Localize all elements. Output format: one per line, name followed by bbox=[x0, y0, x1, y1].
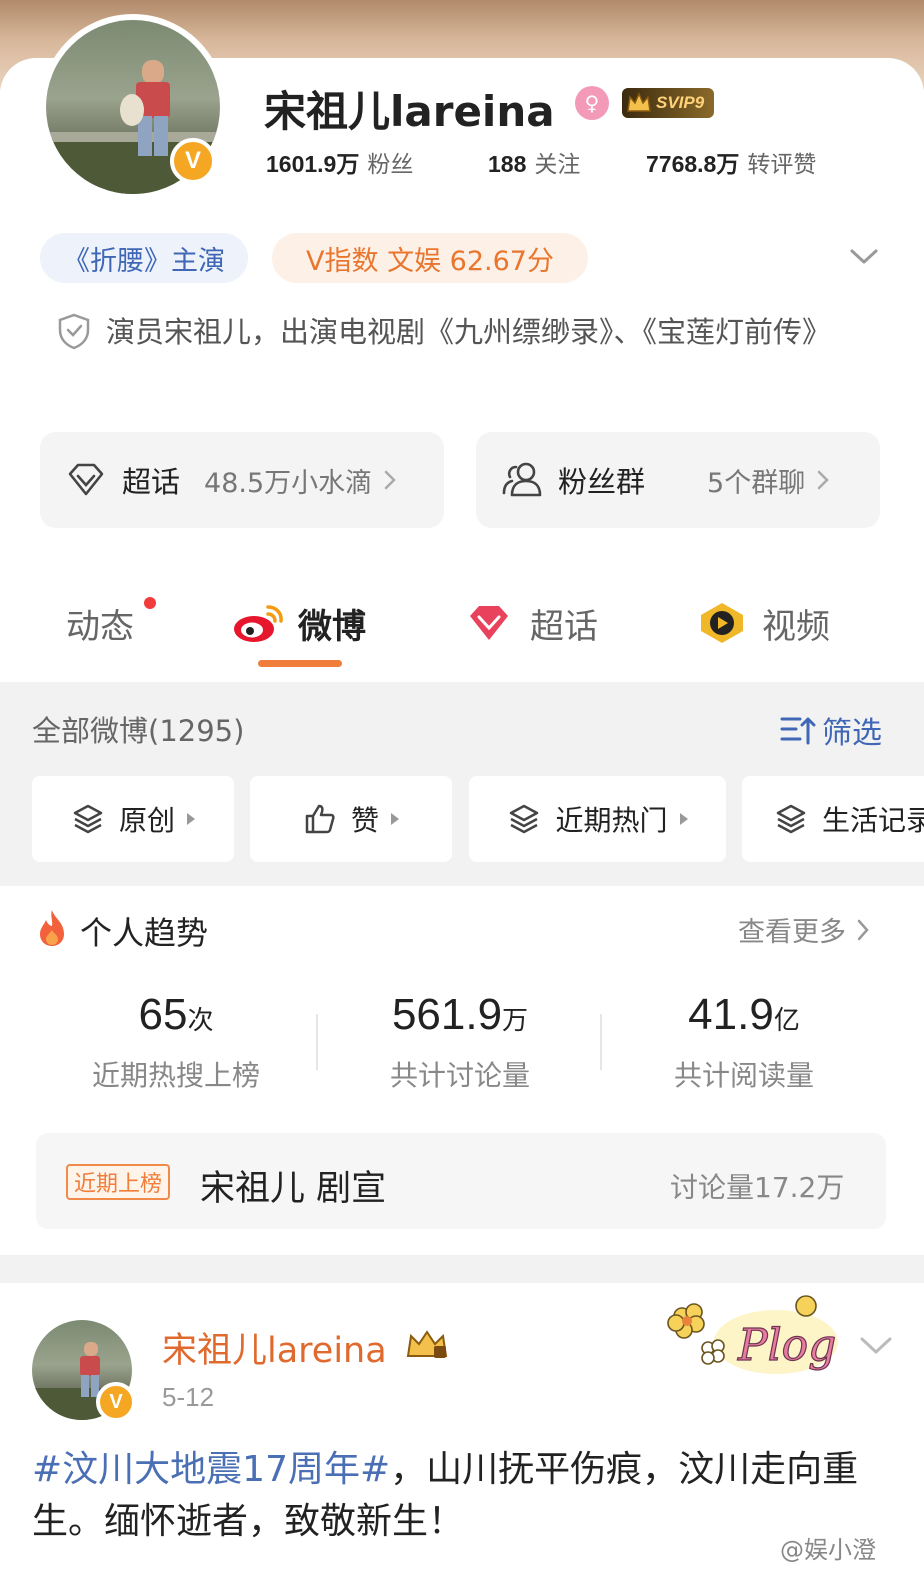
sort-filter-icon bbox=[780, 717, 816, 745]
layers-icon bbox=[510, 804, 539, 834]
metric-hot-search-value: 65 bbox=[138, 990, 188, 1039]
following-count: 188 bbox=[488, 151, 527, 177]
followers-stat[interactable]: 1601.9万 粉丝 bbox=[266, 145, 413, 179]
chevron-right-icon bbox=[857, 919, 869, 940]
shield-icon bbox=[58, 313, 90, 350]
metric-discussion-caption: 共计讨论量 bbox=[389, 1059, 530, 1092]
metric-reads: 41.9亿 共计阅读量 bbox=[628, 990, 860, 1094]
chip-life-record-label: 生活记录 bbox=[822, 804, 924, 837]
caret-right-icon bbox=[187, 813, 195, 825]
caret-right-icon bbox=[391, 813, 399, 825]
recent-trending-badge: 近期上榜 bbox=[66, 1164, 171, 1200]
post-author-name[interactable]: 宋祖儿lareina bbox=[162, 1322, 387, 1373]
watermark: @娱小澄 bbox=[780, 1536, 876, 1564]
chevron-down-icon[interactable] bbox=[858, 1330, 894, 1360]
fangroup-label: 粉丝群 bbox=[558, 465, 646, 499]
caret-right-icon bbox=[679, 813, 688, 825]
supertopic-diamond-icon bbox=[470, 606, 508, 640]
video-play-icon bbox=[701, 603, 743, 643]
tab-weibo[interactable]: 微博 bbox=[232, 592, 366, 654]
post-date: 5-12 bbox=[162, 1382, 215, 1412]
crown-icon bbox=[627, 92, 651, 112]
chip-recent-hot[interactable]: 近期热门 bbox=[469, 776, 726, 862]
tab-supertopic-label: 超话 bbox=[530, 606, 598, 647]
post-hashtag[interactable]: #汶川大地震17周年# bbox=[32, 1449, 390, 1490]
tab-dynamics-label: 动态 bbox=[66, 606, 134, 647]
metric-discussion-value: 561.9 bbox=[391, 990, 503, 1039]
female-gender-icon: ♀ bbox=[575, 86, 609, 120]
svip-badge[interactable]: SVIP9 bbox=[622, 88, 715, 118]
metric-reads-unit: 亿 bbox=[773, 1006, 800, 1036]
flame-icon bbox=[40, 910, 64, 946]
divider bbox=[600, 1014, 602, 1070]
chip-liked-label: 赞 bbox=[350, 804, 379, 837]
verified-badge-icon: V bbox=[96, 1382, 136, 1422]
following-label: 关注 bbox=[534, 152, 581, 178]
metric-reads-value: 41.9 bbox=[688, 990, 774, 1039]
followers-label: 粉丝 bbox=[367, 152, 414, 178]
chip-liked[interactable]: 赞 bbox=[250, 776, 452, 862]
profile-avatar[interactable]: V bbox=[40, 14, 226, 200]
chevron-down-icon[interactable] bbox=[848, 240, 880, 272]
tab-video-label: 视频 bbox=[762, 606, 830, 647]
active-tab-indicator bbox=[258, 660, 342, 667]
filter-label: 筛选 bbox=[822, 716, 882, 751]
view-more-label: 查看更多 bbox=[738, 917, 846, 948]
supertopic-label: 超话 bbox=[122, 465, 181, 499]
supertopic-value: 48.5万小水滴 bbox=[204, 467, 373, 499]
followers-count: 1601.9万 bbox=[266, 151, 360, 177]
metric-hot-search-unit: 次 bbox=[187, 1006, 214, 1036]
layers-icon bbox=[73, 804, 103, 834]
metric-discussion: 561.9万 共计讨论量 bbox=[344, 990, 576, 1094]
supertopic-card[interactable]: 超话 48.5万小水滴 bbox=[40, 432, 444, 528]
thumbs-up-icon bbox=[305, 804, 335, 834]
notification-dot bbox=[144, 597, 156, 609]
tab-video[interactable]: 视频 bbox=[696, 592, 830, 654]
metric-hot-search-caption: 近期热搜上榜 bbox=[91, 1059, 260, 1092]
filter-button[interactable]: 筛选 bbox=[780, 708, 882, 752]
weibo-logo-icon bbox=[234, 605, 283, 642]
all-weibo-count[interactable]: 全部微博(1295) bbox=[32, 708, 244, 750]
tab-weibo-label: 微博 bbox=[298, 606, 366, 647]
tab-dynamics[interactable]: 动态 bbox=[66, 592, 134, 654]
chip-original-label: 原创 bbox=[118, 804, 175, 837]
post-content: #汶川大地震17周年#，山川抚平伤痕，汶川走向重生。缅怀逝者，致敬新生！ bbox=[32, 1444, 892, 1548]
svip-label: SVIP9 bbox=[656, 93, 705, 112]
vindex-tag[interactable]: V指数 文娱 62.67分 bbox=[272, 233, 588, 283]
chip-recent-hot-label: 近期热门 bbox=[555, 804, 668, 837]
metric-reads-caption: 共计阅读量 bbox=[673, 1059, 814, 1092]
hot-topic-title[interactable]: 宋祖儿 剧宣 bbox=[200, 1160, 386, 1211]
tab-supertopic[interactable]: 超话 bbox=[466, 592, 598, 654]
interactions-label: 转评赞 bbox=[747, 152, 817, 178]
divider bbox=[316, 1014, 318, 1070]
verified-badge-icon: V bbox=[170, 138, 216, 184]
metric-hot-search: 65次 近期热搜上榜 bbox=[60, 990, 292, 1094]
fangroup-value: 5个群聊 bbox=[707, 467, 806, 499]
following-stat[interactable]: 188 关注 bbox=[488, 145, 580, 179]
plog-sticker: Plog bbox=[667, 1295, 838, 1374]
diamond-icon bbox=[68, 463, 104, 496]
metric-discussion-unit: 万 bbox=[502, 1006, 529, 1036]
profile-name: 宋祖儿lareina bbox=[264, 87, 555, 136]
view-more-link[interactable]: 查看更多 bbox=[738, 910, 872, 949]
people-icon bbox=[502, 462, 542, 497]
layers-icon bbox=[776, 804, 806, 834]
profile-bio: 演员宋祖儿，出演电视剧《九州缥缈录》、《宝莲灯前传》 bbox=[106, 315, 832, 349]
trend-title: 个人趋势 bbox=[80, 914, 209, 952]
hot-topic-discussion: 讨论量17.2万 bbox=[670, 1171, 845, 1204]
chip-original[interactable]: 原创 bbox=[32, 776, 234, 862]
fangroup-card[interactable]: 粉丝群 5个群聊 bbox=[476, 432, 880, 528]
chip-life-record[interactable]: 生活记录 bbox=[742, 776, 924, 862]
interactions-count: 7768.8万 bbox=[646, 151, 740, 177]
section-separator bbox=[0, 1255, 924, 1283]
chevron-right-icon bbox=[817, 470, 829, 490]
plog-sticker-text: Plog bbox=[737, 1320, 836, 1371]
vip-crown-icon bbox=[406, 1330, 448, 1358]
interactions-stat[interactable]: 7768.8万 转评赞 bbox=[646, 145, 816, 179]
chevron-right-icon bbox=[384, 470, 396, 490]
role-tag[interactable]: 《折腰》主演 bbox=[40, 233, 248, 283]
